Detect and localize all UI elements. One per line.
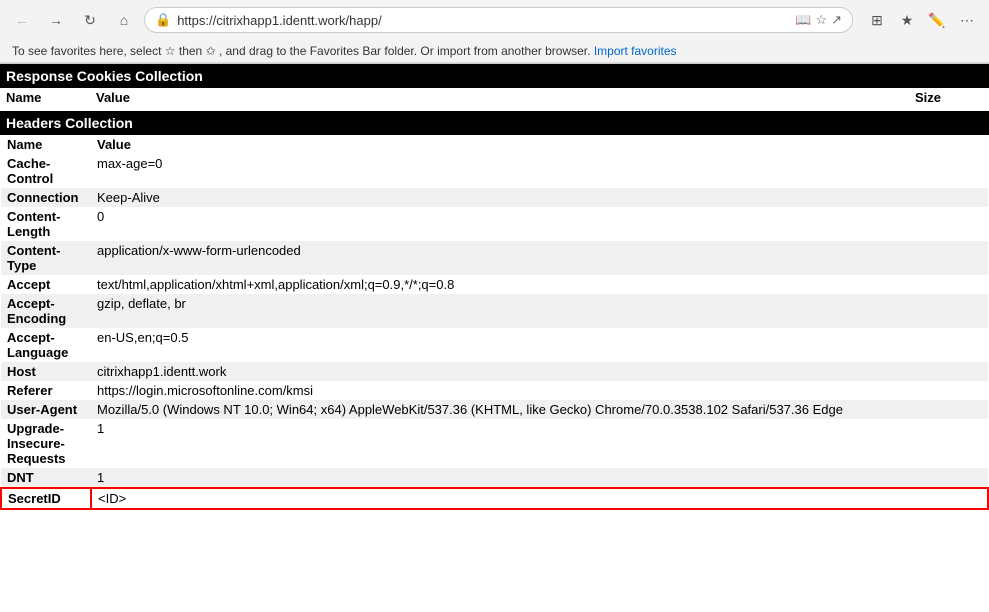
header-value-cell: citrixhapp1.identt.work bbox=[91, 362, 988, 381]
address-bar[interactable]: 🔒 📖 ☆ ↗ bbox=[144, 7, 853, 33]
favorites-icon: ☆ bbox=[815, 12, 827, 28]
header-value-cell: max-age=0 bbox=[91, 154, 988, 188]
header-name-cell: Upgrade-Insecure-Requests bbox=[1, 419, 91, 468]
header-value-cell: application/x-www-form-urlencoded bbox=[91, 241, 988, 275]
table-row: Content-Typeapplication/x-www-form-urlen… bbox=[1, 241, 988, 275]
table-row: Content-Length0 bbox=[1, 207, 988, 241]
table-row: Hostcitrixhapp1.identt.work bbox=[1, 362, 988, 381]
header-name-cell: Referer bbox=[1, 381, 91, 400]
header-name-cell: Host bbox=[1, 362, 91, 381]
header-name-cell: Content-Length bbox=[1, 207, 91, 241]
url-input[interactable] bbox=[177, 13, 789, 28]
cookies-col-size: Size bbox=[909, 88, 989, 107]
headers-section: Headers Collection Name Value Cache-Cont… bbox=[0, 111, 989, 510]
cookies-table: Name Value Size bbox=[0, 88, 989, 111]
header-value-cell: 1 bbox=[91, 468, 988, 488]
table-row: ConnectionKeep-Alive bbox=[1, 188, 988, 207]
import-favorites-link[interactable]: Import favorites bbox=[594, 44, 677, 58]
share-icon: ↗ bbox=[831, 12, 842, 28]
favorites-bar: To see favorites here, select ☆ then ✩ ,… bbox=[0, 40, 989, 63]
favorites-bar-text2: then bbox=[179, 44, 206, 58]
header-value-cell: Mozilla/5.0 (Windows NT 10.0; Win64; x64… bbox=[91, 400, 988, 419]
settings-button[interactable]: ⋯ bbox=[953, 6, 981, 34]
table-row: Accepttext/html,application/xhtml+xml,ap… bbox=[1, 275, 988, 294]
page-content: Response Cookies Collection Name Value S… bbox=[0, 64, 989, 576]
table-row: Cache-Controlmax-age=0 bbox=[1, 154, 988, 188]
table-row: User-AgentMozilla/5.0 (Windows NT 10.0; … bbox=[1, 400, 988, 419]
home-button[interactable]: ⌂ bbox=[110, 6, 138, 34]
headers-section-title: Headers Collection bbox=[0, 111, 989, 135]
toolbar-icons: ⊞ ★ ✏️ ⋯ bbox=[863, 6, 981, 34]
header-value-cell: <ID> bbox=[91, 488, 988, 509]
back-button[interactable]: ← bbox=[8, 6, 36, 34]
table-row: Accept-Languageen-US,en;q=0.5 bbox=[1, 328, 988, 362]
header-name-cell: Accept-Language bbox=[1, 328, 91, 362]
header-value-cell: text/html,application/xhtml+xml,applicat… bbox=[91, 275, 988, 294]
header-name-cell: User-Agent bbox=[1, 400, 91, 419]
headers-table: Name Value Cache-Controlmax-age=0Connect… bbox=[0, 135, 989, 510]
header-value-cell: Keep-Alive bbox=[91, 188, 988, 207]
table-row: SecretID<ID> bbox=[1, 488, 988, 509]
table-row: Upgrade-Insecure-Requests1 bbox=[1, 419, 988, 468]
header-value-cell: https://login.microsoftonline.com/kmsi bbox=[91, 381, 988, 400]
table-row: Refererhttps://login.microsoftonline.com… bbox=[1, 381, 988, 400]
collections-button[interactable]: ⊞ bbox=[863, 6, 891, 34]
table-row: Accept-Encodinggzip, deflate, br bbox=[1, 294, 988, 328]
cookies-section-title: Response Cookies Collection bbox=[0, 64, 989, 88]
cookies-section: Response Cookies Collection Name Value S… bbox=[0, 64, 989, 111]
lock-icon: 🔒 bbox=[155, 12, 171, 28]
header-value-cell: 1 bbox=[91, 419, 988, 468]
header-value-cell: en-US,en;q=0.5 bbox=[91, 328, 988, 362]
header-name-cell: Accept bbox=[1, 275, 91, 294]
headers-col-value: Value bbox=[91, 135, 988, 154]
cookies-col-value: Value bbox=[90, 88, 909, 107]
nav-bar: ← → ↻ ⌂ 🔒 📖 ☆ ↗ ⊞ ★ ✏️ ⋯ bbox=[0, 0, 989, 40]
address-bar-icons: 📖 ☆ ↗ bbox=[795, 12, 842, 28]
favorites-bar-text: To see favorites here, select bbox=[12, 44, 165, 58]
refresh-button[interactable]: ↻ bbox=[76, 6, 104, 34]
favorites-star2-icon: ✩ bbox=[206, 44, 216, 58]
read-aloud-icon: 📖 bbox=[795, 12, 811, 28]
forward-button[interactable]: → bbox=[42, 6, 70, 34]
favorites-star-icon: ☆ bbox=[165, 44, 176, 58]
favorites-bar-text3: , and drag to the Favorites Bar folder. … bbox=[219, 44, 591, 58]
header-name-cell: Cache-Control bbox=[1, 154, 91, 188]
edit-button[interactable]: ✏️ bbox=[923, 6, 951, 34]
header-name-cell: SecretID bbox=[1, 488, 91, 509]
headers-col-name: Name bbox=[1, 135, 91, 154]
favorites-button[interactable]: ★ bbox=[893, 6, 921, 34]
header-name-cell: Accept-Encoding bbox=[1, 294, 91, 328]
header-name-cell: Connection bbox=[1, 188, 91, 207]
header-name-cell: DNT bbox=[1, 468, 91, 488]
table-row: DNT1 bbox=[1, 468, 988, 488]
header-value-cell: 0 bbox=[91, 207, 988, 241]
header-name-cell: Content-Type bbox=[1, 241, 91, 275]
browser-chrome: ← → ↻ ⌂ 🔒 📖 ☆ ↗ ⊞ ★ ✏️ ⋯ To see favorite… bbox=[0, 0, 989, 64]
cookies-col-name: Name bbox=[0, 88, 90, 107]
header-value-cell: gzip, deflate, br bbox=[91, 294, 988, 328]
